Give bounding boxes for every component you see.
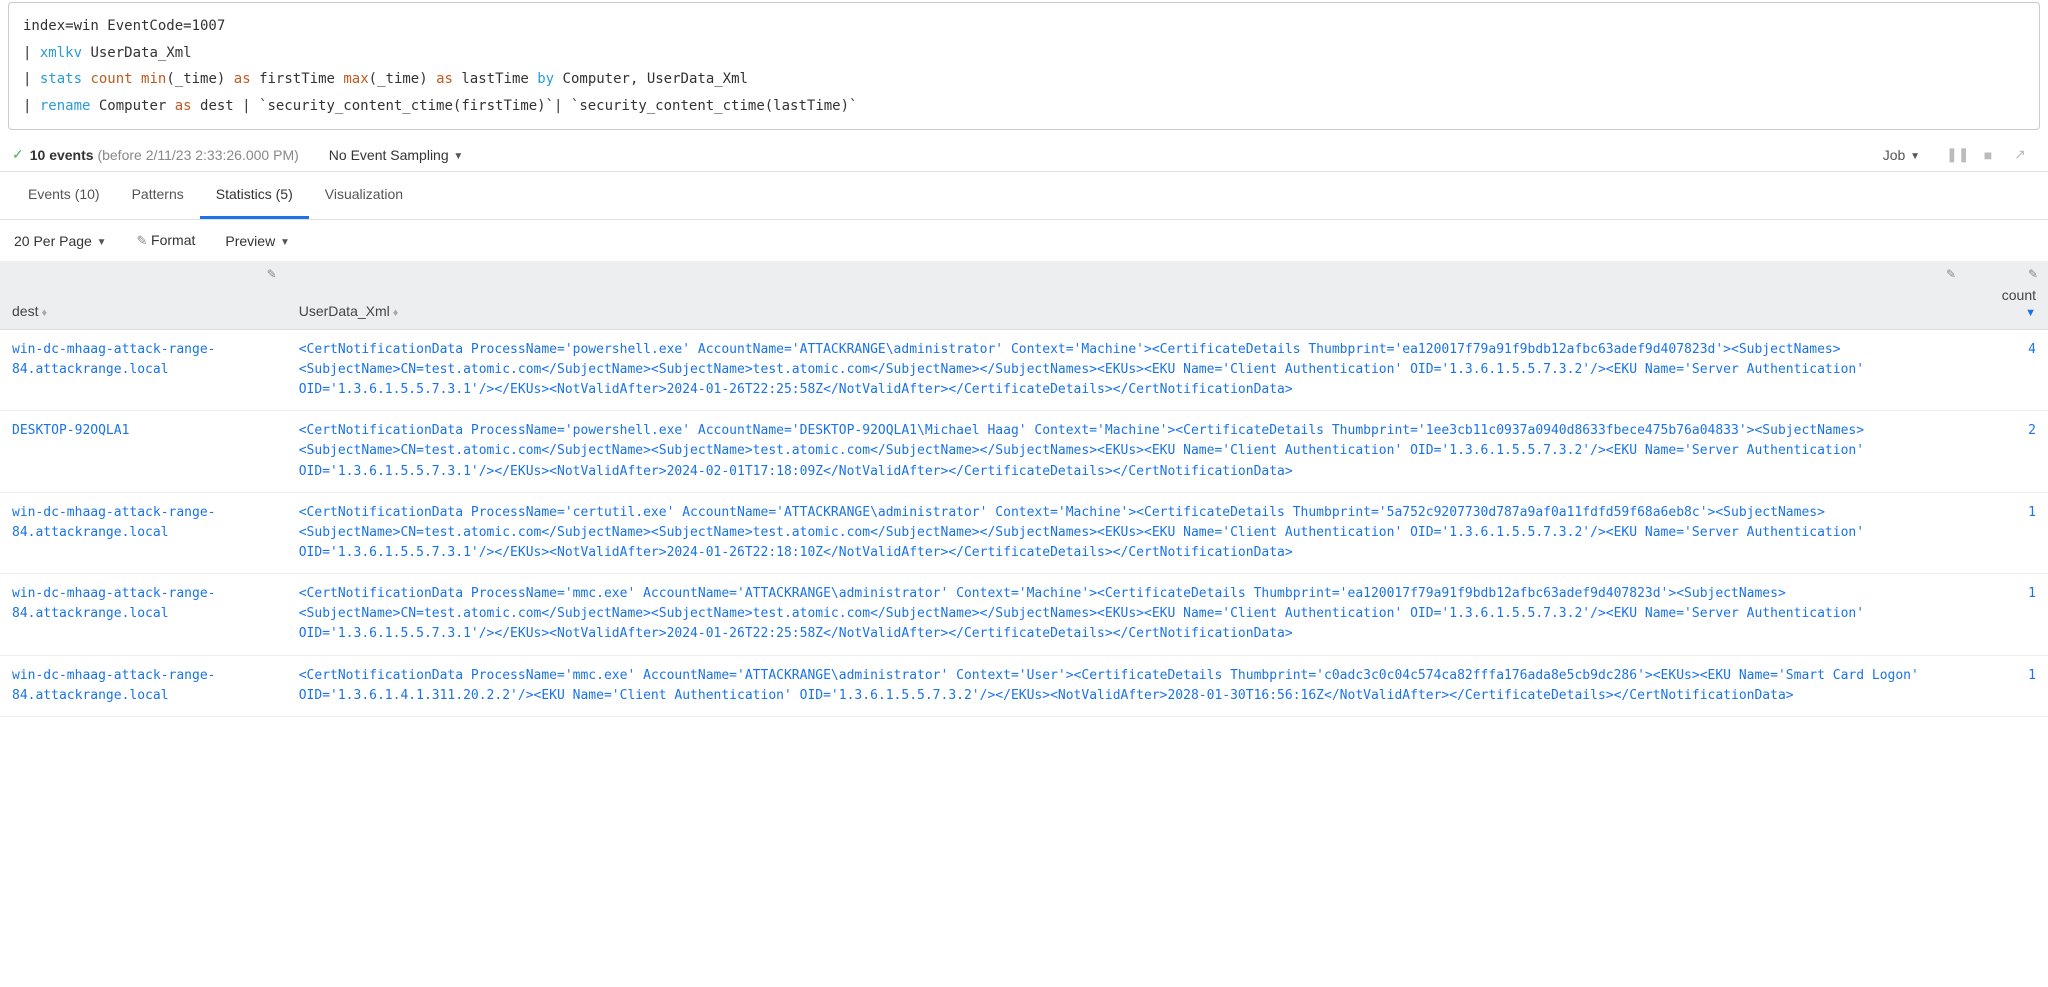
table-row: win-dc-mhaag-attack-range-84.attackrange… (0, 655, 2048, 716)
pencil-icon[interactable]: ✎ (2028, 267, 2038, 281)
stop-icon[interactable]: ■ (1978, 147, 1998, 163)
status-bar: ✓ 10 events (before 2/11/23 2:33:26.000 … (0, 138, 2048, 172)
chevron-down-icon: ▼ (277, 237, 290, 248)
table-row: win-dc-mhaag-attack-range-84.attackrange… (0, 574, 2048, 655)
table-row: win-dc-mhaag-attack-range-84.attackrange… (0, 329, 2048, 410)
tab-events[interactable]: Events (10) (12, 172, 116, 219)
preview-dropdown[interactable]: Preview ▼ (225, 233, 289, 249)
column-header-userdata-xml[interactable]: ✎ UserData_Xml♦ (287, 261, 1966, 329)
pencil-icon[interactable]: ✎ (267, 267, 277, 281)
share-icon[interactable]: ↗ (2010, 146, 2030, 163)
cell-userdata-xml[interactable]: <CertNotificationData ProcessName='power… (287, 329, 1966, 410)
event-count-summary[interactable]: 10 events (before 2/11/23 2:33:26.000 PM… (30, 147, 299, 163)
cell-dest[interactable]: win-dc-mhaag-attack-range-84.attackrange… (0, 655, 287, 716)
results-table: ✎ dest♦ ✎ UserData_Xml♦ ✎ count▼ win-dc-… (0, 261, 2048, 716)
sort-desc-icon: ▼ (2025, 307, 2036, 319)
column-header-dest[interactable]: ✎ dest♦ (0, 261, 287, 329)
tab-patterns[interactable]: Patterns (116, 172, 200, 219)
chevron-down-icon: ▼ (1907, 151, 1920, 162)
results-controls: 20 Per Page ▼ ✎ Format Preview ▼ (0, 220, 2048, 261)
cell-count[interactable]: 1 (1966, 492, 2048, 573)
cell-count[interactable]: 4 (1966, 329, 2048, 410)
cell-userdata-xml[interactable]: <CertNotificationData ProcessName='certu… (287, 492, 1966, 573)
search-query-box[interactable]: index=win EventCode=1007 | xmlkv UserDat… (8, 2, 2040, 130)
chevron-down-icon: ▼ (451, 151, 464, 162)
tab-visualization[interactable]: Visualization (309, 172, 419, 219)
pause-icon[interactable]: ❚❚ (1946, 146, 1966, 163)
cell-userdata-xml[interactable]: <CertNotificationData ProcessName='mmc.e… (287, 574, 1966, 655)
result-tabs: Events (10) Patterns Statistics (5) Visu… (0, 172, 2048, 220)
cell-dest[interactable]: win-dc-mhaag-attack-range-84.attackrange… (0, 329, 287, 410)
check-icon: ✓ (12, 146, 24, 163)
per-page-dropdown[interactable]: 20 Per Page ▼ (14, 233, 107, 249)
cell-count[interactable]: 1 (1966, 574, 2048, 655)
format-dropdown[interactable]: ✎ Format (137, 232, 196, 249)
sort-icon: ♦ (41, 307, 47, 319)
results-body: win-dc-mhaag-attack-range-84.attackrange… (0, 329, 2048, 716)
query-line-1: index=win EventCode=1007 (23, 18, 225, 34)
tab-statistics[interactable]: Statistics (5) (200, 172, 309, 219)
cell-userdata-xml[interactable]: <CertNotificationData ProcessName='mmc.e… (287, 655, 1966, 716)
pencil-icon[interactable]: ✎ (1946, 267, 1956, 281)
cell-userdata-xml[interactable]: <CertNotificationData ProcessName='power… (287, 411, 1966, 492)
cell-dest[interactable]: win-dc-mhaag-attack-range-84.attackrange… (0, 492, 287, 573)
table-row: win-dc-mhaag-attack-range-84.attackrange… (0, 492, 2048, 573)
cell-count[interactable]: 1 (1966, 655, 2048, 716)
job-dropdown[interactable]: Job ▼ (1883, 147, 1920, 163)
sort-icon: ♦ (393, 307, 399, 319)
table-row: DESKTOP-92OQLA1 <CertNotificationData Pr… (0, 411, 2048, 492)
cell-dest[interactable]: DESKTOP-92OQLA1 (0, 411, 287, 492)
event-sampling-dropdown[interactable]: No Event Sampling ▼ (329, 147, 464, 163)
pencil-icon: ✎ (137, 233, 152, 248)
chevron-down-icon: ▼ (94, 237, 107, 248)
cell-dest[interactable]: win-dc-mhaag-attack-range-84.attackrange… (0, 574, 287, 655)
cell-count[interactable]: 2 (1966, 411, 2048, 492)
column-header-count[interactable]: ✎ count▼ (1966, 261, 2048, 329)
